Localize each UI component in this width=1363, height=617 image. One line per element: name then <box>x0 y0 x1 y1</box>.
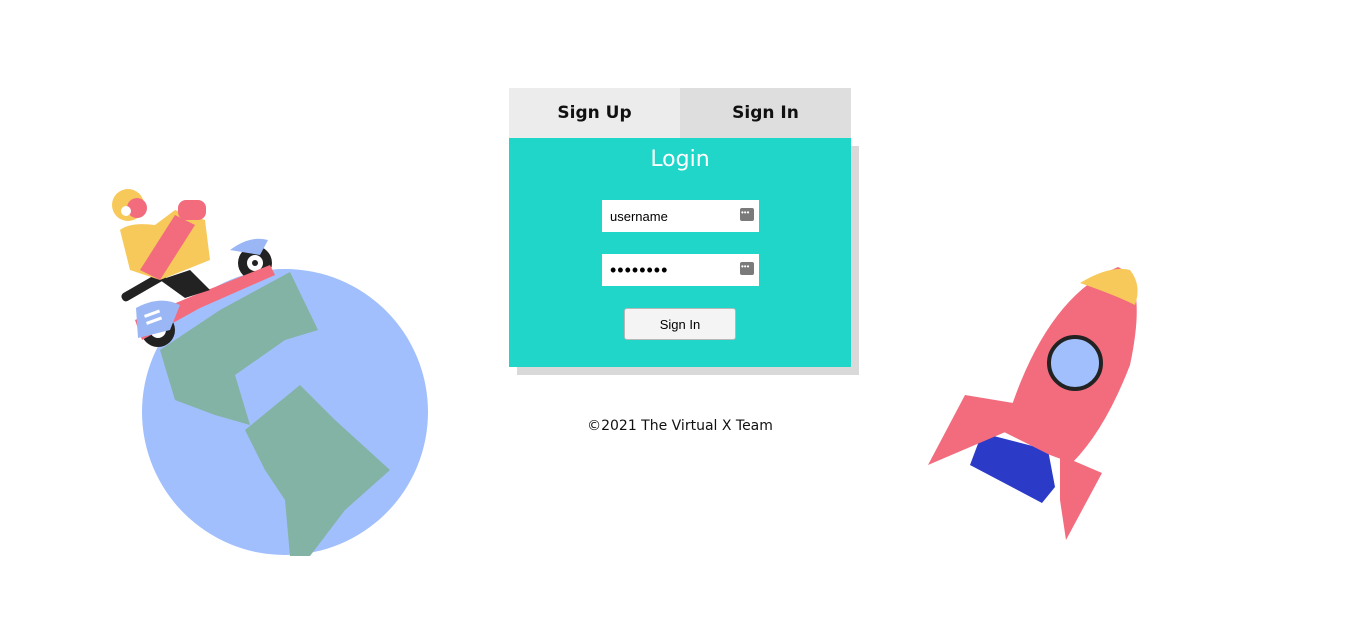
tab-sign-up[interactable]: Sign Up <box>509 88 680 138</box>
sign-in-button[interactable]: Sign In <box>624 308 736 340</box>
password-manager-key-icon[interactable] <box>740 260 754 275</box>
password-manager-key-icon[interactable] <box>740 206 754 221</box>
username-input[interactable] <box>602 200 732 232</box>
tab-sign-in[interactable]: Sign In <box>680 88 851 138</box>
rocket-fin-right <box>1060 455 1102 540</box>
auth-panel: Sign Up Sign In Login Sign In <box>509 88 851 367</box>
auth-tabs: Sign Up Sign In <box>509 88 851 138</box>
rocket-window <box>1047 335 1103 391</box>
scooter-globe-illustration <box>112 189 428 556</box>
password-input[interactable] <box>602 254 732 286</box>
login-title: Login <box>650 147 710 172</box>
copyright-text: ©2021 The Virtual X Team <box>587 418 773 434</box>
rocket-illustration <box>928 267 1138 540</box>
username-field <box>602 200 759 232</box>
password-field <box>602 254 759 286</box>
login-form: Login Sign In <box>509 138 851 367</box>
login-page: Sign Up Sign In Login Sign In ©2021 The … <box>0 0 1363 617</box>
